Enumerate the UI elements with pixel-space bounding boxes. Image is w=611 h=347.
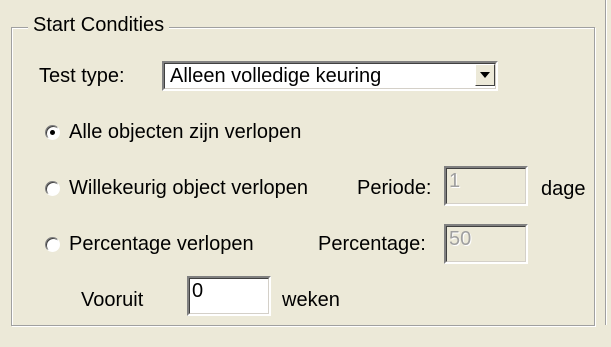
radio-label-all-expired: Alle objecten zijn verlopen [69,121,302,143]
radio-option-random-expired[interactable]: Willekeurig object verlopen [45,176,308,200]
vooruit-value: 0 [192,280,204,302]
groupbox-title: Start Condities [28,13,170,37]
percentage-value: 50 [449,228,472,250]
vooruit-input[interactable]: 0 [187,276,271,316]
periode-unit-label: dage [541,178,586,200]
test-type-label: Test type: [39,65,125,87]
percentage-input[interactable]: 50 [444,224,528,264]
vooruit-label: Vooruit [81,289,144,311]
radio-option-all-expired[interactable]: Alle objecten zijn verlopen [45,120,301,144]
percentage-label: Percentage: [318,233,426,255]
chevron-down-icon[interactable] [475,64,495,86]
periode-value: 1 [449,170,461,192]
periode-input[interactable]: 1 [444,166,528,206]
radio-label-percentage-expired: Percentage verlopen [69,233,254,255]
radio-button-random-expired[interactable] [45,180,60,196]
start-conditions-panel: Start Condities Test type: Alleen volled… [0,0,611,347]
radio-button-percentage-expired[interactable] [45,236,60,252]
test-type-dropdown[interactable]: Alleen volledige keuring [162,61,498,91]
panel-separator [605,0,606,325]
periode-label: Periode: [357,177,432,199]
radio-button-all-expired[interactable] [45,124,60,140]
radio-label-random-expired: Willekeurig object verlopen [69,177,309,199]
test-type-selected-value: Alleen volledige keuring [170,65,382,87]
radio-option-percentage-expired[interactable]: Percentage verlopen [45,232,254,256]
vooruit-unit-label: weken [282,289,340,311]
